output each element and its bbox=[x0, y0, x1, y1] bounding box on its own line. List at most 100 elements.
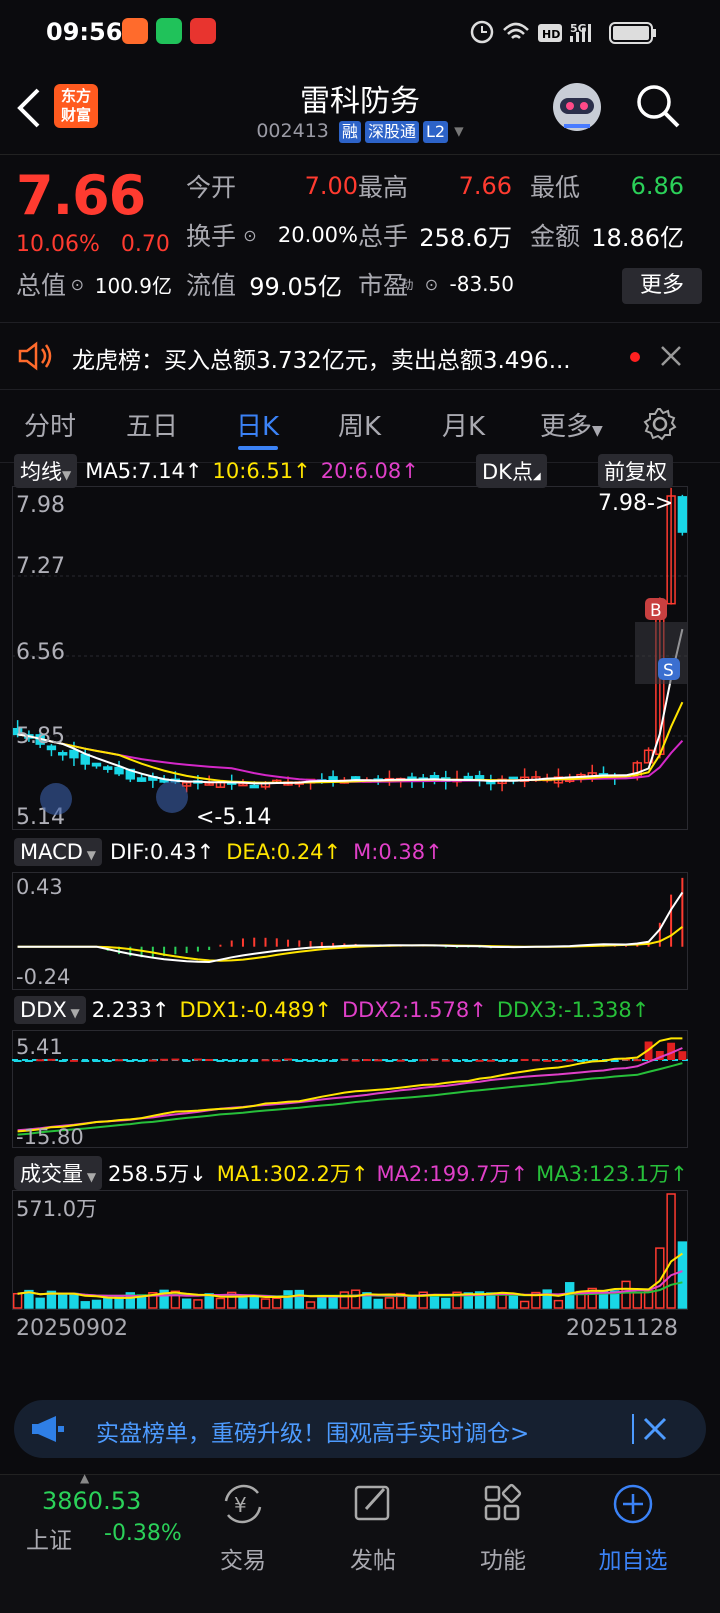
settings-gear-icon[interactable] bbox=[642, 406, 678, 442]
high-field: 最高 7.66 bbox=[358, 172, 512, 202]
ddx-selector[interactable]: DDX ▼ bbox=[14, 996, 86, 1024]
ddx-bar bbox=[284, 1058, 292, 1061]
candle-body bbox=[136, 777, 147, 782]
tab-five-day[interactable]: 五日 bbox=[126, 406, 178, 443]
ddx-bar bbox=[441, 1059, 450, 1062]
k-y-label-3: 5.85 bbox=[16, 724, 65, 749]
status-icons: HD 5G bbox=[470, 20, 656, 44]
notice-text: 龙虎榜：买入总额3.732亿元，卖出总额3.496... bbox=[72, 348, 571, 374]
tab-daily-k[interactable]: 日K bbox=[236, 406, 279, 443]
ddx-bar bbox=[47, 1058, 56, 1061]
volume-bar bbox=[429, 1294, 440, 1309]
ddx-bar bbox=[36, 1059, 45, 1062]
ddx-bar bbox=[633, 1059, 642, 1062]
macd-y-bottom: -0.24 bbox=[16, 965, 70, 989]
volume-bar bbox=[339, 1291, 350, 1309]
macd-indicator-row: MACD ▼ DIF:0.43↑ DEA:0.24↑ M:0.38↑ bbox=[14, 838, 714, 866]
news-notification-icon bbox=[190, 18, 216, 44]
bottom-navigation: ▲ 3860.53 上证 -0.38% ¥ 交易 发帖 功能 加自选 bbox=[0, 1471, 720, 1613]
max-price-marker: 7.98-> bbox=[598, 491, 673, 516]
macd-selector[interactable]: MACD ▼ bbox=[14, 838, 102, 866]
macd-dif: DIF:0.43↑ bbox=[110, 840, 215, 864]
float-cap-field: 流值 99.05亿 bbox=[186, 271, 342, 301]
ddx-bar bbox=[565, 1059, 574, 1062]
wifi-icon bbox=[503, 22, 529, 39]
add-circle-icon bbox=[613, 1484, 653, 1524]
adjust-button[interactable]: 前复权 bbox=[598, 454, 673, 488]
ddx-bar bbox=[148, 1059, 157, 1062]
volume-bar bbox=[350, 1289, 361, 1309]
ma-selector[interactable]: 均线▼ bbox=[14, 454, 78, 488]
volume-ma3: MA3:123.1万↑ bbox=[536, 1162, 688, 1186]
nav-functions[interactable]: 功能 bbox=[448, 1475, 558, 1575]
date-start: 20250902 bbox=[16, 1316, 128, 1341]
message-notification-icon bbox=[156, 18, 182, 44]
nav-trade[interactable]: ¥ 交易 bbox=[188, 1475, 298, 1575]
volume-bar bbox=[58, 1293, 68, 1309]
candle-body bbox=[677, 496, 688, 533]
nav-post[interactable]: 发帖 bbox=[318, 1475, 428, 1575]
robot-assistant-icon[interactable] bbox=[548, 78, 606, 136]
ddx-bar bbox=[351, 1059, 360, 1062]
dragon-tiger-notice[interactable]: 龙虎榜：买入总额3.732亿元，卖出总额3.496... bbox=[0, 322, 720, 390]
volume-bar bbox=[508, 1294, 519, 1309]
nav-add-watchlist[interactable]: 加自选 bbox=[578, 1475, 688, 1575]
ddx-bar bbox=[531, 1059, 540, 1062]
ddx-bar bbox=[216, 1060, 225, 1062]
status-time: 09:56 bbox=[46, 18, 123, 46]
ddx-bar bbox=[250, 1060, 259, 1062]
volume-bar bbox=[294, 1289, 304, 1309]
ddx-chart[interactable]: 5.41 -15.80 bbox=[12, 1030, 688, 1148]
ddx-bar bbox=[340, 1058, 349, 1061]
volume-selector[interactable]: 成交量 ▼ bbox=[14, 1156, 103, 1190]
ddx-bar bbox=[475, 1059, 484, 1062]
ddx-bar bbox=[543, 1059, 552, 1062]
megaphone-icon bbox=[32, 1416, 64, 1442]
close-icon[interactable] bbox=[660, 345, 682, 367]
index-value[interactable]: 3860.53 bbox=[42, 1487, 141, 1515]
volume-chart[interactable]: 571.0万 bbox=[12, 1190, 688, 1310]
volume-bar bbox=[553, 1299, 564, 1309]
change-amount: 0.70 bbox=[120, 232, 170, 257]
macd-chart[interactable]: 0.43 -0.24 bbox=[12, 872, 688, 990]
ddx-bar bbox=[24, 1060, 33, 1062]
ddx-bar bbox=[329, 1060, 338, 1062]
ddx-bar bbox=[239, 1060, 247, 1062]
volume-bar bbox=[260, 1298, 271, 1309]
volume-bar bbox=[283, 1290, 293, 1309]
index-name[interactable]: 上证 bbox=[26, 1521, 72, 1555]
candle-body bbox=[114, 766, 124, 775]
ddx-bar bbox=[362, 1059, 371, 1062]
banner-close-icon[interactable] bbox=[642, 1416, 668, 1442]
dropdown-icon[interactable]: ▾ bbox=[454, 120, 464, 142]
index-change[interactable]: -0.38% bbox=[104, 1521, 182, 1546]
stock-name: 雷科防务 bbox=[300, 84, 420, 119]
ddx-y-top: 5.41 bbox=[16, 1035, 63, 1059]
macd-y-top: 0.43 bbox=[16, 875, 63, 899]
dk-point-button[interactable]: DK点◢ bbox=[476, 454, 547, 488]
ddx-bar bbox=[486, 1059, 495, 1062]
candle-body bbox=[91, 762, 102, 767]
speaker-icon bbox=[18, 341, 52, 371]
ddx-bar bbox=[419, 1059, 428, 1062]
more-quote-button[interactable]: 更多 bbox=[622, 268, 702, 304]
candle-body bbox=[69, 749, 79, 759]
tab-monthly-k[interactable]: 月K bbox=[442, 406, 485, 443]
date-end: 20251128 bbox=[566, 1316, 678, 1341]
app-notification-icon bbox=[122, 18, 148, 44]
tab-more[interactable]: 更多▼ bbox=[540, 406, 603, 443]
candlestick-chart[interactable]: 7.98 7.27 6.56 5.85 5.14 7.98-> <-5.14 B… bbox=[12, 486, 688, 830]
tab-weekly-k[interactable]: 周K bbox=[338, 406, 381, 443]
volume-bar bbox=[666, 1193, 676, 1309]
volume-bar bbox=[519, 1300, 530, 1309]
tab-intraday[interactable]: 分时 bbox=[24, 406, 76, 443]
volume-bar bbox=[181, 1298, 192, 1309]
volume-bar bbox=[35, 1297, 45, 1309]
search-icon[interactable] bbox=[634, 82, 682, 130]
ddx-value: 2.233↑ bbox=[91, 998, 170, 1022]
candle-body bbox=[350, 776, 361, 780]
volume-bar bbox=[238, 1297, 248, 1309]
ddx-bar bbox=[509, 1060, 518, 1062]
ddx-bar bbox=[115, 1059, 123, 1062]
promo-banner[interactable]: 实盘榜单，重磅升级！围观高手实时调仓> bbox=[14, 1400, 706, 1458]
